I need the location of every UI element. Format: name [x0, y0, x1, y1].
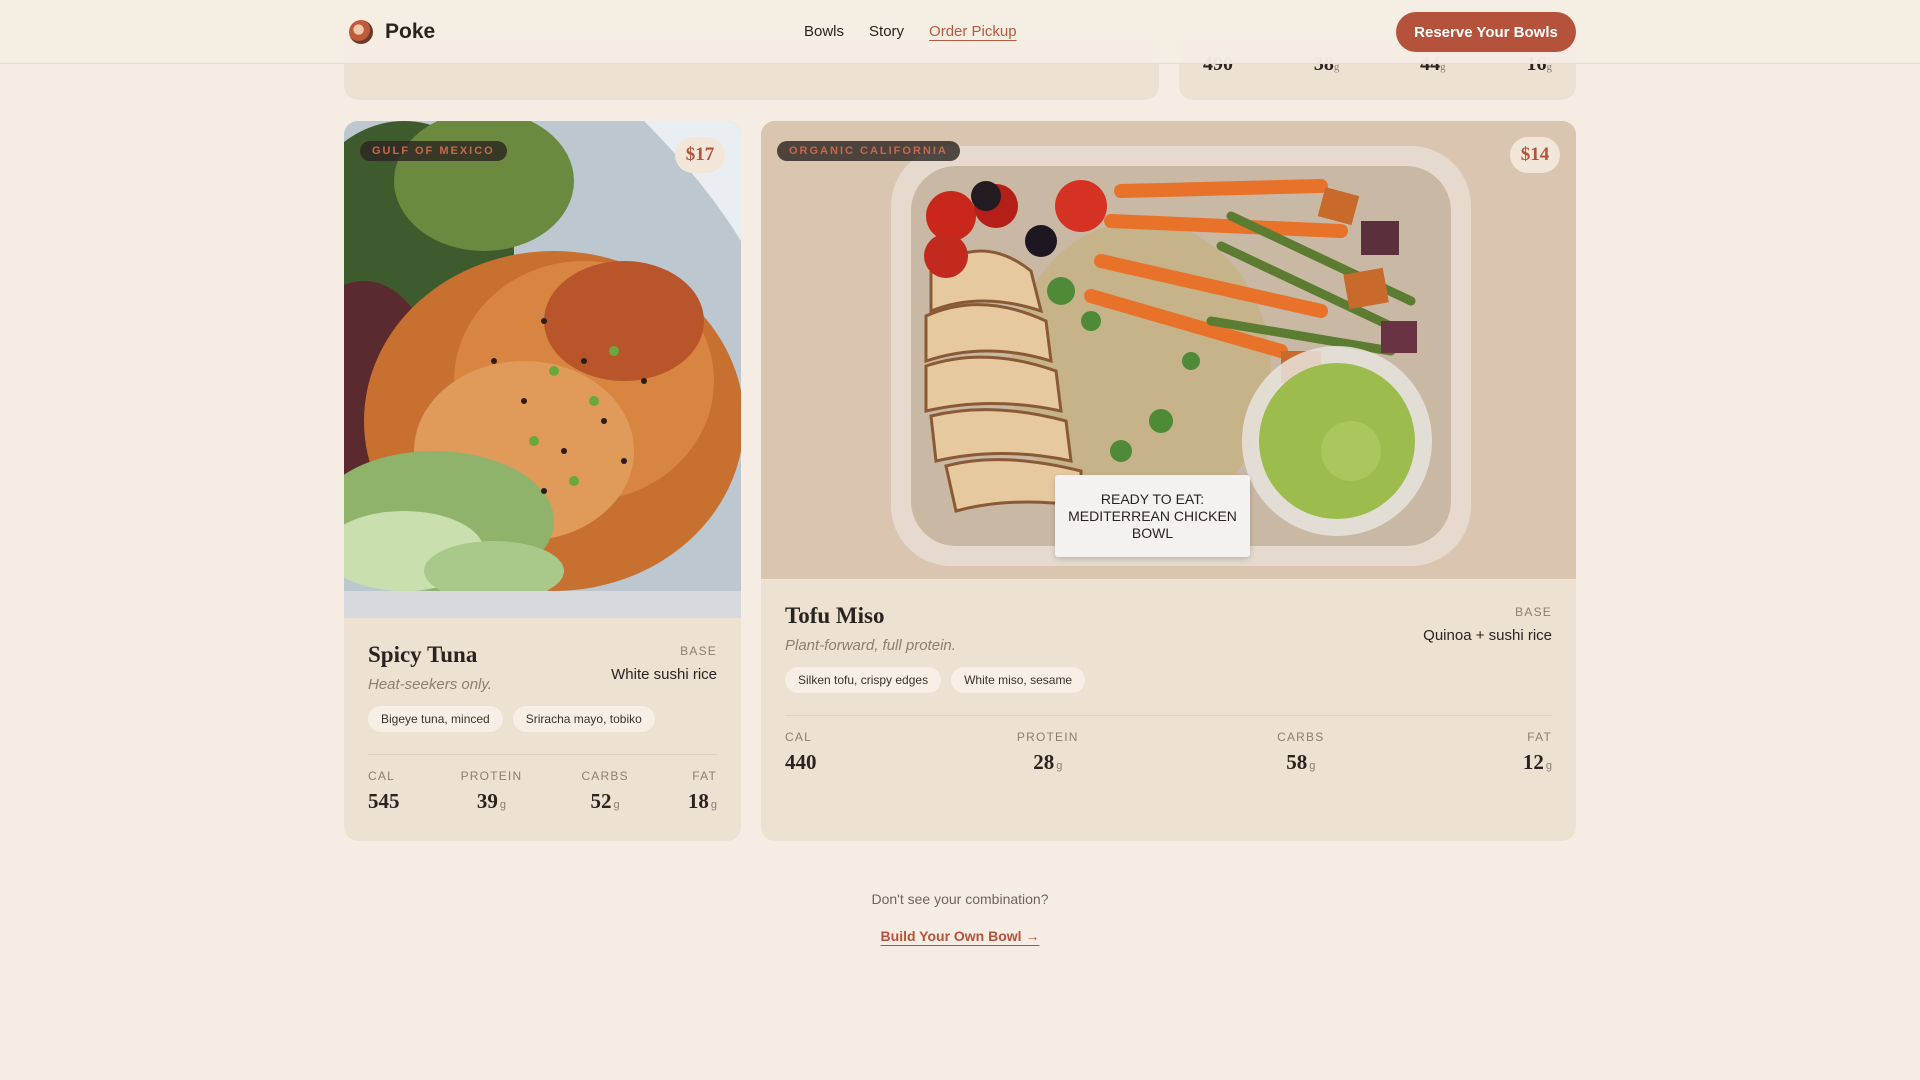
bowl-card-tofu-miso[interactable]: READY TO EAT: MEDITERREAN CHICKEN BOWL O… [761, 121, 1576, 841]
nutrition-value: 28 g [1033, 750, 1063, 774]
nutrition-label: CAL [368, 769, 395, 783]
nutrition-label: FAT [692, 769, 717, 783]
custom-bowl-prompt: Don't see your combination? [871, 891, 1049, 907]
site-header: Poke Bowls Story Order Pickup Reserve Yo… [0, 0, 1920, 64]
origin-badge: GULF OF MEXICO [360, 141, 507, 161]
ingredient-chip: Sriracha mayo, tobiko [512, 706, 655, 732]
nutrition-row: CAL 440 PROTEIN 28 g CARBS 58 g FAT 12 g [785, 730, 1552, 775]
ingredient-chip: Bigeye tuna, minced [368, 706, 503, 732]
nutrition-value: 545 [368, 789, 400, 813]
nutrition-label: CAL [785, 730, 812, 744]
tofu-miso-photo: READY TO EAT: MEDITERREAN CHICKEN BOWL O… [761, 121, 1576, 579]
nav-item-order-pickup[interactable]: Order Pickup [929, 23, 1017, 40]
nutrition-cal: CAL 440 [785, 730, 819, 775]
nutrition-value: 39 g [476, 789, 507, 813]
ingredient-chips: Bigeye tuna, minced Sriracha mayo, tobik… [368, 706, 717, 732]
nutrition-label: PROTEIN [460, 769, 523, 783]
build-own-bowl-wrapper: Build Your Own Bowl → [0, 928, 1920, 944]
ingredient-chip: White miso, sesame [951, 667, 1086, 693]
nutrition-fat: FAT 12 g [1523, 730, 1552, 775]
divider [368, 754, 717, 755]
card-body: Spicy Tuna Heat-seekers only. BASE White… [368, 642, 717, 814]
reserve-bowls-button[interactable]: Reserve Your Bowls [1396, 12, 1576, 52]
bowl-base: BASE Quinoa + sushi rice [1423, 605, 1552, 644]
build-own-bowl-link[interactable]: Build Your Own Bowl → [881, 928, 1040, 944]
price-badge: $14 [1510, 137, 1560, 173]
price-badge: $17 [675, 137, 725, 173]
nutrition-value: 52 g [590, 789, 620, 813]
divider [785, 715, 1552, 716]
nutrition-label: CARBS [1277, 730, 1325, 744]
spicy-tuna-image [344, 121, 741, 618]
nutrition-protein: PROTEIN 28 g [1017, 730, 1079, 775]
base-value: Quinoa + sushi rice [1423, 627, 1552, 644]
bowl-card-spicy-tuna[interactable]: GULF OF MEXICO $17 Spicy Tuna Heat-seeke… [344, 121, 741, 841]
brand-name: Poke [385, 20, 436, 43]
nutrition-value: 440 [785, 750, 817, 774]
origin-badge: ORGANIC CALIFORNIA [777, 141, 960, 161]
base-value: White sushi rice [611, 666, 717, 683]
nutrition-carbs: CARBS 52 g [581, 769, 628, 814]
ingredient-chips: Silken tofu, crispy edges White miso, se… [785, 667, 1552, 693]
nutrition-label: PROTEIN [1016, 730, 1079, 744]
nutrition-row: CAL 545 PROTEIN 39 g CARBS 52 g FAT 18 g [368, 769, 717, 814]
card-body: Tofu Miso Plant-forward, full protein. B… [785, 603, 1552, 775]
nav-item-bowls[interactable]: Bowls [804, 23, 844, 40]
bowl-logo-icon [349, 20, 373, 44]
nutrition-label: CARBS [581, 769, 629, 783]
nutrition-value: 18 g [687, 789, 717, 813]
ingredient-chip: Silken tofu, crispy edges [785, 667, 942, 693]
nutrition-fat: FAT 18 g [688, 769, 717, 814]
nutrition-value: 58 g [1286, 750, 1316, 774]
spicy-tuna-photo: GULF OF MEXICO $17 [344, 121, 741, 618]
nav-item-story[interactable]: Story [869, 23, 904, 40]
nutrition-carbs: CARBS 58 g [1277, 730, 1324, 775]
nutrition-cal: CAL 545 [368, 769, 402, 814]
brand-logo[interactable]: Poke [349, 20, 435, 44]
bowl-base: BASE White sushi rice [611, 644, 717, 683]
base-label: BASE [680, 644, 717, 658]
base-label: BASE [1515, 605, 1552, 619]
nutrition-label: FAT [1527, 730, 1552, 744]
nutrition-protein: PROTEIN 39 g [461, 769, 523, 814]
nutrition-value: 12 g [1522, 750, 1552, 774]
main-nav: Bowls Story Order Pickup [804, 23, 1042, 40]
product-label-card: READY TO EAT: MEDITERREAN CHICKEN BOWL [1055, 475, 1250, 557]
